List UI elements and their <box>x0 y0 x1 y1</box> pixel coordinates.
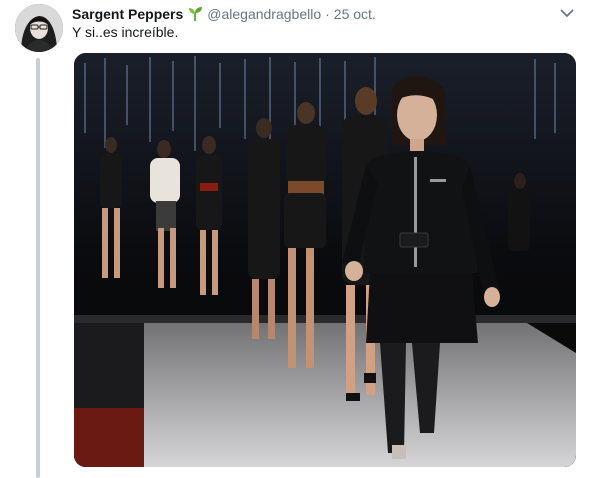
author-handle[interactable]: @alegandragbello <box>207 6 321 22</box>
seedling-icon <box>187 6 203 22</box>
chevron-down-icon[interactable] <box>558 6 576 20</box>
avatar-image <box>15 4 63 52</box>
author-avatar[interactable] <box>15 4 63 52</box>
tweet-photo[interactable] <box>74 53 576 467</box>
tweet-timestamp[interactable]: 25 oct. <box>334 6 376 22</box>
header-separator: · <box>325 6 330 22</box>
author-name[interactable]: Sargent Peppers <box>72 6 183 22</box>
thread-connector-line <box>36 58 40 478</box>
tweet-header: Sargent Peppers @alegandragbello · 25 oc… <box>72 5 376 23</box>
tweet-text: Y si..es increíble. <box>72 24 179 40</box>
runway-photo <box>74 53 576 467</box>
